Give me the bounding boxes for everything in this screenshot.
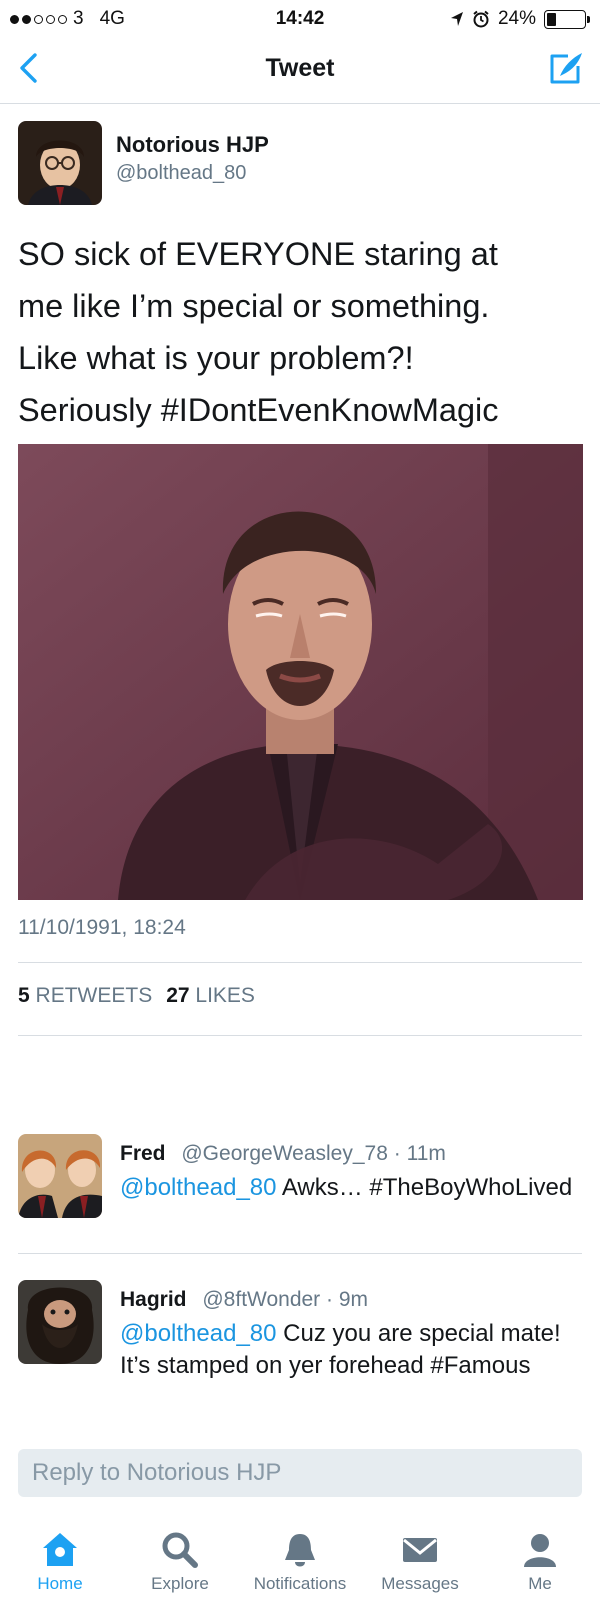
reply-author-handle[interactable]: @GeorgeWeasley_78 <box>181 1142 388 1165</box>
navigation-bar: Tweet <box>0 36 600 104</box>
tab-home[interactable]: Home <box>0 1530 120 1606</box>
divider <box>18 1035 582 1036</box>
reply-text: @bolthead_80 Cuz you are special mate! I… <box>120 1318 582 1382</box>
tab-label: Home <box>37 1574 83 1593</box>
avatar[interactable] <box>18 1280 102 1364</box>
divider <box>18 962 582 963</box>
battery-percent: 24% <box>497 8 536 29</box>
tweet-stats: 5 RETWEETS 27 LIKES <box>18 984 255 1008</box>
reply-tweet[interactable]: Fred @GeorgeWeasley_78 · 11m @bolthead_8… <box>18 1134 582 1254</box>
reply-text: @bolthead_80 Awks… #TheBoyWhoLived <box>120 1172 582 1204</box>
tab-bar: Home Explore Notifications Messages Me <box>0 1530 600 1606</box>
page-title: Tweet <box>265 54 335 82</box>
tab-notifications[interactable]: Notifications <box>240 1530 360 1606</box>
retweets-stat[interactable]: 5 RETWEETS <box>18 984 152 1008</box>
reply-header: Hagrid @8ftWonder · 9m <box>120 1288 582 1312</box>
avatar[interactable] <box>18 121 102 205</box>
battery-icon <box>544 9 590 29</box>
tab-me[interactable]: Me <box>480 1530 600 1606</box>
reply-header: Fred @GeorgeWeasley_78 · 11m <box>120 1142 582 1166</box>
home-icon <box>43 1533 77 1566</box>
tab-label: Notifications <box>253 1574 347 1593</box>
tab-label: Explore <box>151 1574 209 1593</box>
reply-body: Fred @GeorgeWeasley_78 · 11m @bolthead_8… <box>120 1142 582 1204</box>
tweet-text-line: Seriously #IDontEvenKnowMagic <box>18 392 499 428</box>
envelope-icon <box>403 1538 437 1562</box>
compose-icon <box>550 53 582 84</box>
reply-author-handle[interactable]: @8ftWonder <box>202 1288 320 1311</box>
author-handle: @bolthead_80 <box>116 161 247 184</box>
tweet-text: SO sick of EVERYONE staring at me like I… <box>18 228 578 436</box>
location-arrow-icon <box>450 12 463 26</box>
likes-label: LIKES <box>195 984 255 1007</box>
reply-time: · 9m <box>326 1288 369 1311</box>
tweet-text-line: me like I’m special or something. <box>18 288 490 324</box>
mention-link[interactable]: @bolthead_80 <box>120 1320 277 1347</box>
reply-author-name[interactable]: Hagrid <box>120 1288 187 1311</box>
likes-stat[interactable]: 27 LIKES <box>166 984 255 1008</box>
author-info: Notorious HJP @bolthead_80 <box>116 132 269 185</box>
tweet-photo[interactable] <box>18 444 583 900</box>
mention-link[interactable]: @bolthead_80 <box>120 1174 277 1201</box>
reply-tweet[interactable]: Hagrid @8ftWonder · 9m @bolthead_80 Cuz … <box>18 1280 582 1430</box>
search-icon <box>162 1532 198 1568</box>
tab-explore[interactable]: Explore <box>120 1530 240 1606</box>
retweets-label: RETWEETS <box>35 984 153 1007</box>
tab-messages[interactable]: Messages <box>360 1530 480 1606</box>
status-right: 24% <box>450 8 590 30</box>
reply-time: · 11m <box>393 1142 446 1165</box>
author-name: Notorious HJP <box>116 131 269 157</box>
retweets-count: 5 <box>18 984 30 1007</box>
status-bar: 3 4G 14:42 24% <box>0 0 600 36</box>
avatar[interactable] <box>18 1134 102 1218</box>
reply-body: Hagrid @8ftWonder · 9m @bolthead_80 Cuz … <box>120 1288 582 1382</box>
tweet-text-line: SO sick of EVERYONE staring at <box>18 236 498 272</box>
alarm-icon <box>473 10 489 28</box>
divider <box>18 1253 582 1254</box>
bell-icon <box>285 1534 315 1567</box>
reply-input[interactable]: Reply to Notorious HJP <box>18 1449 582 1497</box>
tweet-author[interactable]: Notorious HJP @bolthead_80 <box>18 120 269 206</box>
person-icon <box>524 1534 556 1567</box>
tweet-timestamp: 11/10/1991, 18:24 <box>18 916 186 939</box>
reply-author-name[interactable]: Fred <box>120 1142 166 1165</box>
tweet-text-line: Like what is your problem?! <box>18 340 414 376</box>
likes-count: 27 <box>166 984 190 1007</box>
reply-text-body: Awks… #TheBoyWhoLived <box>276 1174 573 1201</box>
tab-label: Me <box>528 1574 552 1593</box>
tab-label: Messages <box>381 1574 459 1593</box>
compose-tweet-button[interactable] <box>546 48 586 88</box>
